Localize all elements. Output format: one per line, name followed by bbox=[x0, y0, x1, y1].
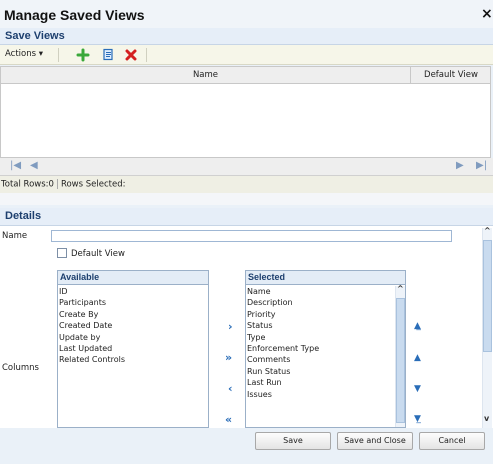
available-item[interactable]: Participants bbox=[59, 297, 125, 308]
first-page-icon[interactable]: |◀ bbox=[10, 160, 21, 171]
details-scrollbar[interactable]: ^ v bbox=[482, 226, 492, 428]
close-icon[interactable]: × bbox=[481, 6, 493, 22]
cancel-button[interactable]: Cancel bbox=[419, 432, 485, 450]
selected-item[interactable]: Priority bbox=[247, 309, 319, 320]
selected-item[interactable]: Issues bbox=[247, 389, 319, 400]
scroll-up-icon[interactable]: ^ bbox=[397, 284, 404, 293]
section-gap bbox=[0, 193, 493, 205]
grid-header-row: Name Default View bbox=[1, 67, 490, 84]
saved-views-grid: Name Default View bbox=[0, 66, 491, 158]
move-all-right-icon[interactable]: » bbox=[225, 351, 232, 364]
name-label: Name bbox=[2, 231, 28, 241]
selected-item[interactable]: Description bbox=[247, 297, 319, 308]
toolbar-separator bbox=[146, 48, 147, 62]
selected-item[interactable]: Name bbox=[247, 286, 319, 297]
scrollbar-thumb[interactable] bbox=[396, 298, 405, 423]
available-item[interactable]: Related Controls bbox=[59, 354, 125, 365]
dialog-title: Manage Saved Views bbox=[4, 7, 145, 23]
default-view-checkbox[interactable] bbox=[57, 248, 67, 258]
grid-status-bar: Total Rows:0 Rows Selected: bbox=[0, 176, 493, 193]
move-left-icon[interactable]: ‹ bbox=[228, 382, 233, 395]
selected-item[interactable]: Type bbox=[247, 332, 319, 343]
name-input[interactable] bbox=[51, 230, 452, 242]
scroll-down-icon[interactable]: v bbox=[484, 414, 489, 423]
grid-column-default-view[interactable]: Default View bbox=[412, 67, 490, 84]
selected-list-header: Selected bbox=[246, 271, 405, 285]
total-rows-text: Total Rows:0 bbox=[1, 179, 54, 190]
move-up-icon[interactable]: ▲ bbox=[414, 353, 421, 363]
available-list-header: Available bbox=[58, 271, 208, 285]
delete-icon[interactable] bbox=[124, 48, 138, 62]
status-separator bbox=[56, 179, 58, 189]
available-item[interactable]: ID bbox=[59, 286, 125, 297]
move-right-icon[interactable]: › bbox=[228, 320, 233, 333]
available-item[interactable]: Last Updated bbox=[59, 343, 125, 354]
move-down-icon[interactable]: ▼ bbox=[414, 384, 421, 394]
grid-column-name[interactable]: Name bbox=[1, 67, 411, 84]
default-view-label: Default View bbox=[71, 249, 125, 259]
move-top-icon[interactable]: ▲̲ bbox=[414, 321, 421, 331]
save-button[interactable]: Save bbox=[255, 432, 331, 450]
columns-label: Columns bbox=[2, 363, 39, 373]
selected-list-scrollbar[interactable]: ^ bbox=[395, 284, 405, 427]
prev-page-icon[interactable]: ◀ bbox=[30, 160, 38, 171]
add-icon[interactable] bbox=[76, 48, 90, 62]
copy-icon[interactable] bbox=[101, 48, 115, 62]
details-panel: Name Default View Columns Available ID P… bbox=[0, 226, 493, 428]
dialog-titlebar: Manage Saved Views × bbox=[0, 0, 493, 28]
dialog-footer: Save Save and Close Cancel bbox=[0, 428, 493, 464]
save-and-close-button[interactable]: Save and Close bbox=[337, 432, 413, 450]
move-all-left-icon[interactable]: « bbox=[225, 413, 232, 426]
selected-item[interactable]: Last Run bbox=[247, 377, 319, 388]
scroll-up-icon[interactable]: ^ bbox=[484, 226, 491, 235]
grid-pager: |◀ ◀ ▶ ▶| bbox=[0, 158, 493, 176]
scrollbar-thumb[interactable] bbox=[483, 240, 492, 352]
available-item[interactable]: Create By bbox=[59, 309, 125, 320]
details-header: Details bbox=[0, 208, 493, 226]
selected-item[interactable]: Run Status bbox=[247, 366, 319, 377]
save-views-header: Save Views bbox=[0, 28, 493, 45]
save-views-toolbar: Actions ▾ bbox=[0, 45, 493, 65]
available-item[interactable]: Update by bbox=[59, 332, 125, 343]
next-page-icon[interactable]: ▶ bbox=[456, 160, 464, 171]
available-columns-list[interactable]: Available ID Participants Create By Crea… bbox=[57, 270, 209, 428]
last-page-icon[interactable]: ▶| bbox=[476, 160, 487, 171]
selected-item[interactable]: Comments bbox=[247, 354, 319, 365]
toolbar-separator bbox=[58, 48, 59, 62]
move-bottom-icon[interactable]: ▼̲ bbox=[414, 414, 421, 424]
actions-menu-button[interactable]: Actions ▾ bbox=[5, 49, 43, 59]
selected-columns-list[interactable]: Selected Name Description Priority Statu… bbox=[245, 270, 406, 428]
available-item[interactable]: Created Date bbox=[59, 320, 125, 331]
rows-selected-text: Rows Selected: bbox=[60, 179, 126, 190]
selected-item[interactable]: Status bbox=[247, 320, 319, 331]
selected-item[interactable]: Enforcement Type bbox=[247, 343, 319, 354]
